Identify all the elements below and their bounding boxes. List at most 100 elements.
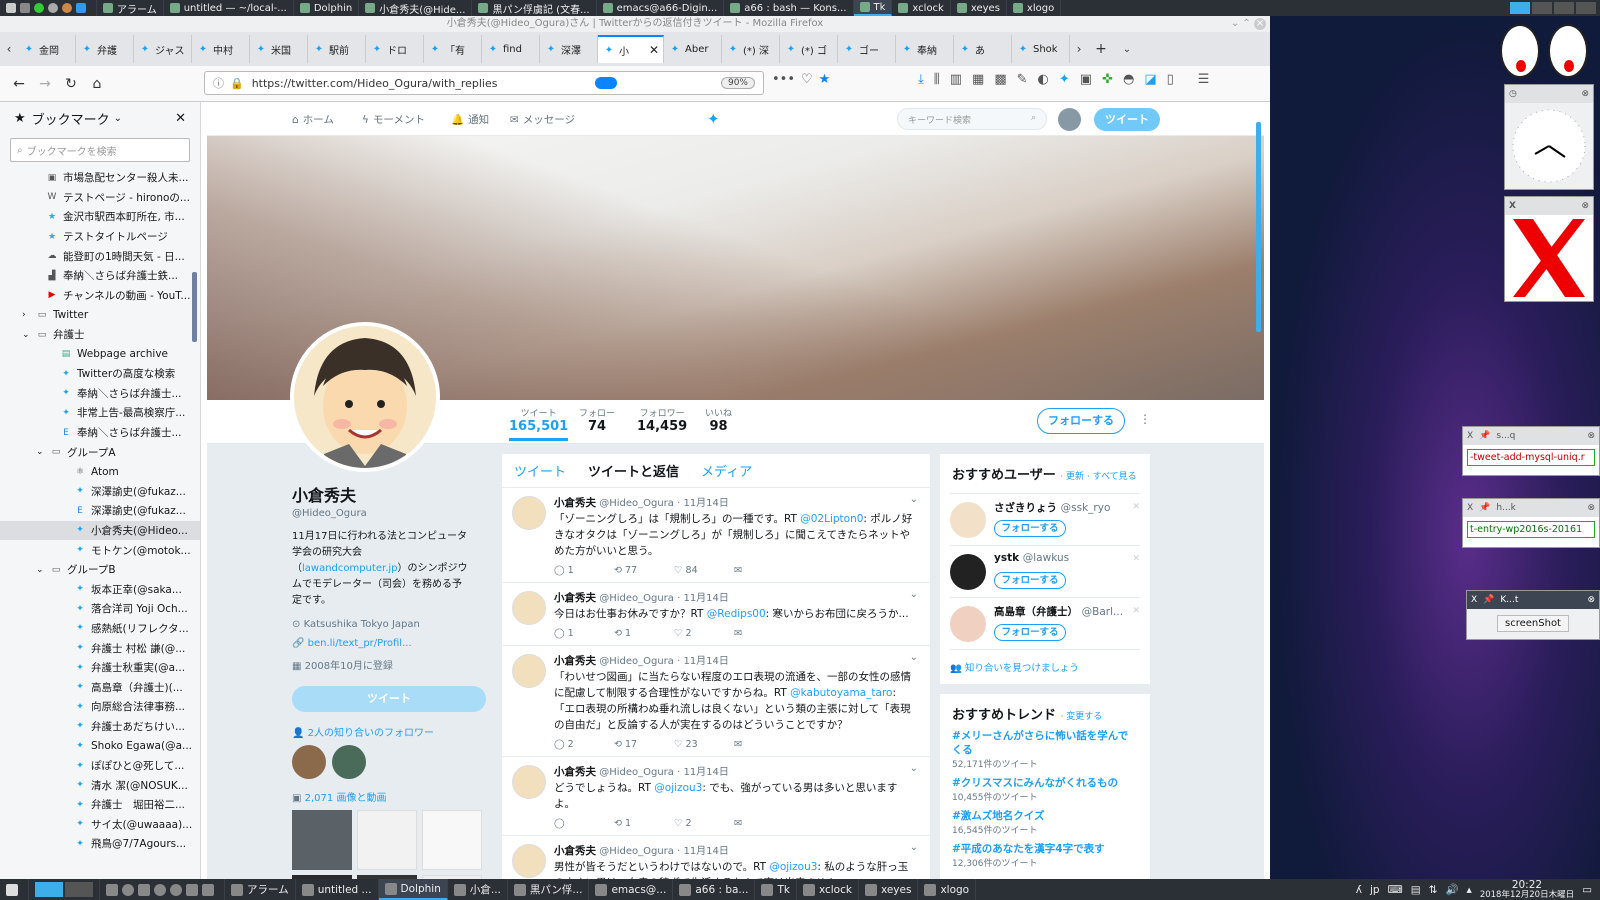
sidebar-scrollbar[interactable] [192, 272, 197, 342]
mention-link[interactable]: @02Lipton0 [800, 513, 863, 525]
profile-handle[interactable]: @Hideo_Ogura [292, 508, 492, 519]
taskbar-item[interactable]: xlogo [1007, 0, 1062, 16]
tweet-author[interactable]: 小倉秀夫 [554, 497, 596, 509]
tweet-date[interactable]: 11月14日 [683, 593, 728, 604]
clock[interactable]: 20:22 2018年12月20日木曜日 [1480, 879, 1574, 899]
nav-messages[interactable]: ✉ メッセージ [510, 112, 575, 127]
tweet-date[interactable]: 11月14日 [683, 498, 728, 509]
tweet-author[interactable]: 小倉秀夫 [554, 845, 596, 857]
clipboard-icon[interactable]: ▣ [1080, 72, 1092, 87]
twitter-search-input[interactable]: キーワード検索 ⌕ [897, 108, 1047, 130]
bookmark-item[interactable]: ✦ 弁護士あだちけい... [0, 717, 200, 737]
mention-link[interactable]: @ojizou3 [654, 782, 702, 794]
browser-tab[interactable]: ✦ 深澤 [540, 35, 598, 63]
bookmark-item[interactable]: ✦ 小倉秀夫(@Hideo... [0, 520, 200, 541]
pen-icon[interactable]: ✎ [1017, 72, 1028, 87]
bookmark-item[interactable]: ✦ 深澤諭史(@fukaz... [0, 482, 200, 502]
nav-home[interactable]: ⌂ ホーム [292, 112, 334, 127]
desktop-4[interactable] [1576, 2, 1596, 14]
tweet-author[interactable]: 小倉秀夫 [554, 655, 596, 667]
tab-tweets[interactable]: ツイート [514, 461, 566, 480]
avatar[interactable] [512, 844, 546, 878]
trend-item[interactable]: #クリスマスにみんながくれるもの 10,455件のツイート [952, 776, 1138, 803]
dm-icon[interactable]: ✉ [734, 818, 794, 829]
tabs-scroll-left-icon[interactable]: ‹ [0, 36, 18, 62]
trend-item[interactable]: #メリーさんがさらに怖い話を学んでくる 52,171件のツイート [952, 729, 1138, 770]
bookmark-item[interactable]: ▣ 市場急配センター殺人未... [0, 168, 200, 188]
avatar[interactable] [512, 496, 546, 530]
reply-button[interactable]: ◯ [554, 818, 614, 829]
browser-tab[interactable]: ✦ 小 ✕ [598, 35, 664, 63]
taskbar-item[interactable]: Tk [853, 0, 893, 16]
mention-link[interactable]: @Redips00 [707, 608, 766, 620]
avatar[interactable] [292, 745, 326, 779]
xclock-window[interactable]: ◷ ⊗ [1504, 84, 1594, 190]
toggle-icon[interactable] [595, 77, 618, 89]
ime-icon[interactable]: ʎ [1356, 884, 1362, 896]
taskbar-item[interactable]: xlogo [918, 879, 977, 900]
bookmark-item[interactable]: ✦ 弁護士 村松 謙(@... [0, 638, 200, 658]
trends-change-link[interactable]: · 変更する [1061, 712, 1103, 722]
profile-name[interactable]: 小倉秀夫 [292, 482, 492, 506]
bookmark-item[interactable]: ▟ 奉納＼さらば弁護士鉄... [0, 266, 200, 286]
tweet[interactable]: 小倉秀夫 @Hideo_Ogura · 11月14日 ⌄ 今日はお仕事お休みですか？… [502, 583, 930, 646]
vertical-ext-icon[interactable]: ▯ [1167, 72, 1174, 87]
stat-item[interactable]: ツイート 165,501 [509, 406, 569, 441]
new-tab-icon[interactable]: + [1088, 36, 1114, 62]
taskbar-item[interactable]: 黒パン俘... [508, 879, 590, 900]
kde-menu-button[interactable] [0, 0, 97, 16]
bookmark-folder[interactable]: › ▭ Twitter [0, 305, 200, 325]
retweet-button[interactable]: ⟲ 17 [614, 739, 674, 750]
browser-tab[interactable]: ✦ ドロ [366, 35, 424, 63]
stat-item[interactable]: フォロー 74 [579, 406, 615, 434]
page-scrollbar[interactable] [1256, 122, 1261, 332]
bookmark-item[interactable]: ✦ 弁護士秋重実(@a... [0, 658, 200, 678]
desktop-2[interactable] [1532, 2, 1552, 14]
taskbar-item[interactable]: アラーム [225, 879, 296, 900]
chevron-right-icon[interactable]: › [22, 310, 34, 320]
pocket-icon[interactable]: ♡ [801, 72, 813, 87]
stat-item[interactable]: いいね 98 [705, 406, 732, 434]
tk-titlebar[interactable]: X 📌 K...t ⊗ [1467, 591, 1599, 609]
close-icon[interactable]: ✕ [649, 43, 659, 57]
browser-tab[interactable]: ✦ 奉納 [896, 35, 954, 63]
reload-icon[interactable]: ↻ [58, 71, 84, 97]
trend-name[interactable]: #クリスマスにみんながくれるもの [952, 776, 1138, 790]
chevron-down-icon[interactable]: ⌄ [36, 447, 48, 457]
dm-icon[interactable]: ✉ [734, 565, 794, 576]
browser-tab[interactable]: ✦ 弁護 [76, 35, 134, 63]
close-icon[interactable]: ⊗ [1587, 431, 1595, 441]
taskbar-item[interactable]: emacs@a66-Digin... [597, 0, 725, 16]
bookmark-item[interactable]: ✦ サイ太(@uwaaaa)... [0, 815, 200, 835]
browser-tab[interactable]: ✦ (*) 深 [722, 35, 780, 63]
app-icon[interactable] [202, 883, 214, 896]
tweet[interactable]: 小倉秀夫 @Hideo_Ogura · 11月14日 ⌄ 男性が皆そうだというわけで… [502, 836, 930, 879]
taskbar-item[interactable]: Dolphin [378, 879, 448, 900]
find-friends[interactable]: 👥 知り合いを見つけましょう [950, 649, 1140, 674]
tweet-handle[interactable]: @Hideo_Ogura [599, 656, 674, 667]
zoom-indicator[interactable]: 90% [720, 77, 755, 89]
dismiss-icon[interactable]: ✕ [1132, 554, 1140, 564]
retweet-button[interactable]: ⟲ 1 [614, 818, 674, 829]
recommended-links[interactable]: · 更新 · すべて見る [1060, 472, 1136, 482]
keyboard-icon[interactable]: ⌨ [1388, 884, 1403, 896]
bookmark-folder[interactable]: ⌄ ▭ 弁護士 [0, 325, 200, 345]
pager[interactable] [29, 879, 100, 900]
chevron-down-icon[interactable]: ⌄ [910, 842, 918, 853]
tk-window-3[interactable]: X 📌 K...t ⊗ screenShot [1466, 590, 1600, 640]
app-icon[interactable] [186, 883, 198, 896]
bookmark-item[interactable]: ✦ 清水 潔(@NOSUK... [0, 775, 200, 795]
download-icon[interactable]: ⤓ [918, 72, 924, 87]
chevron-down-icon[interactable]: ⌄ [22, 330, 34, 340]
menu-icon[interactable]: ☰ [1198, 72, 1210, 87]
media-thumbnail[interactable] [422, 810, 482, 870]
taskbar-item[interactable]: xeyes [951, 0, 1007, 16]
reply-button[interactable]: ◯ 1 [554, 628, 614, 639]
bookmark-search-input[interactable]: ⌕ ブックマークを検索 [10, 138, 190, 162]
bookmark-item[interactable]: ⚛ Atom [0, 462, 200, 482]
tweet[interactable]: 小倉秀夫 @Hideo_Ogura · 11月14日 ⌄ 「ゾーニングしろ」は「規制… [502, 488, 930, 583]
chevron-down-icon[interactable]: ⌄ [910, 589, 918, 600]
tweet-handle[interactable]: @Hideo_Ogura [599, 498, 674, 509]
taskbar-item[interactable]: untitled — ~/local-... [164, 0, 294, 16]
browser-tab[interactable]: ✦ 「有 [424, 35, 482, 63]
